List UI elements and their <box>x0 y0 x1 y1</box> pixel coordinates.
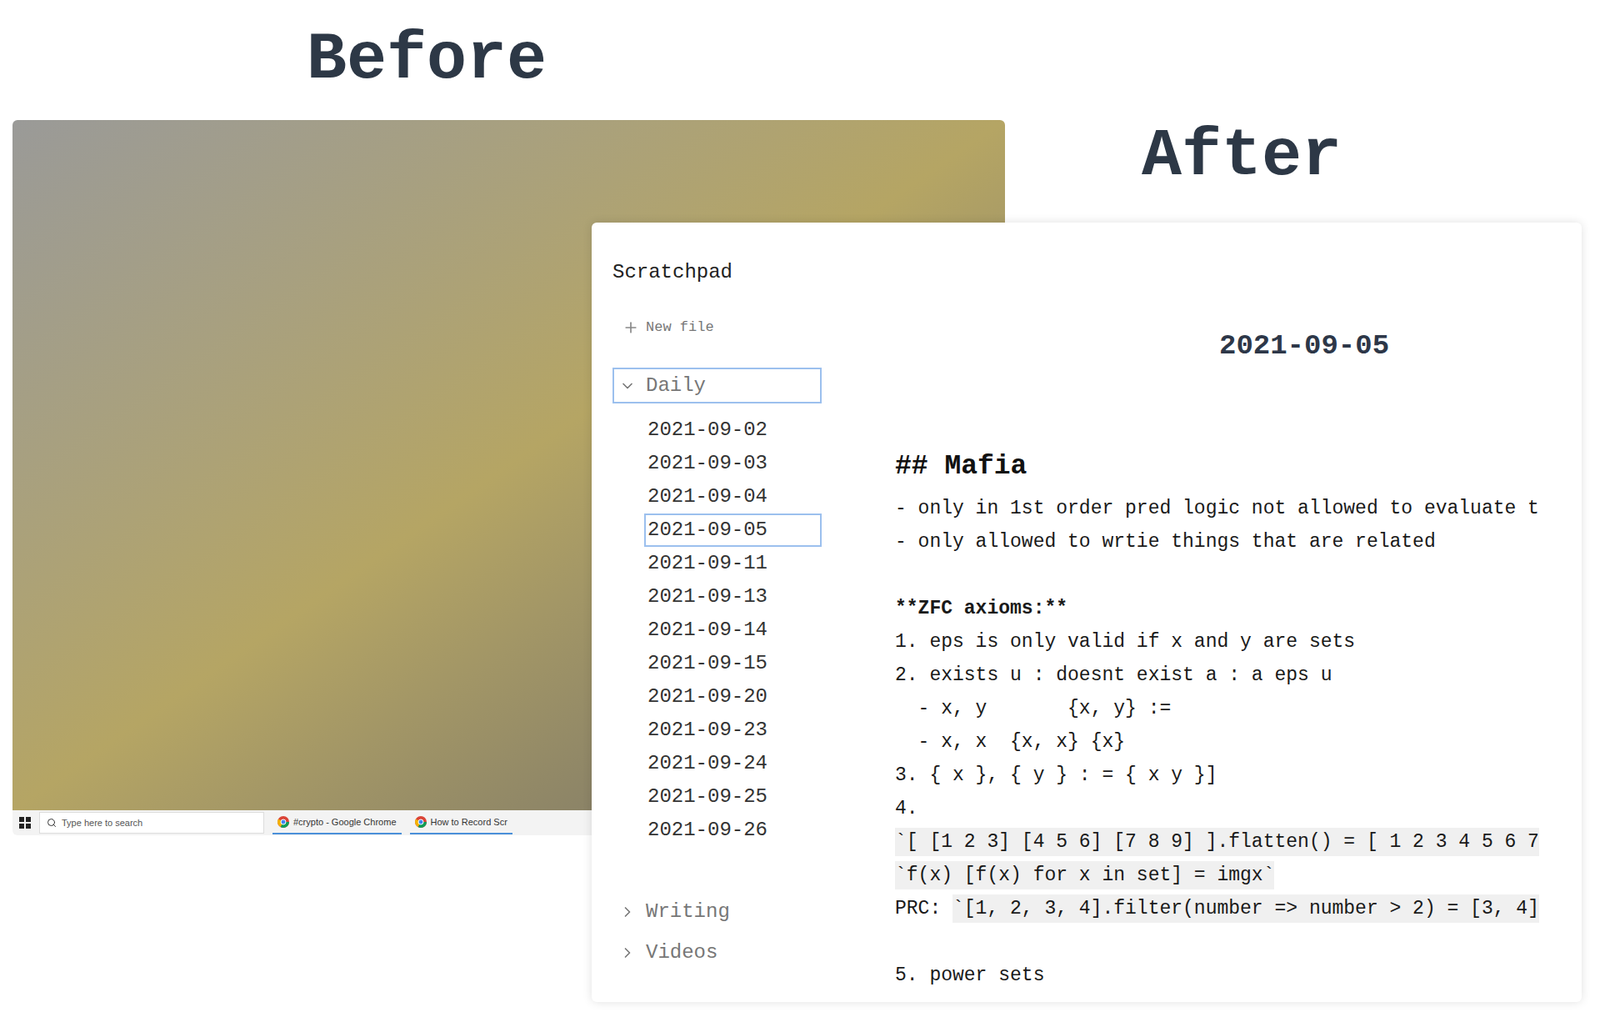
markdown-line: - only in 1st order pred logic not allow… <box>895 491 1582 525</box>
blank-line <box>895 925 1582 959</box>
new-file-button[interactable]: New file <box>612 310 867 345</box>
folder: Videos <box>612 934 867 970</box>
plus-icon <box>622 319 640 336</box>
file-item[interactable]: 2021-09-15 <box>644 646 822 680</box>
markdown-code-line: `[ [1 2 3] [4 5 6] [7 8 9] ].flatten() =… <box>895 825 1582 859</box>
chrome-icon <box>415 815 427 828</box>
file-item[interactable]: 2021-09-02 <box>644 413 822 447</box>
markdown-line: 4. <box>895 791 1582 825</box>
markdown-code-line: PRC: `[1, 2, 3, 4].filter(number => numb… <box>895 891 1582 925</box>
file-item[interactable]: 2021-09-25 <box>644 780 822 814</box>
taskbar-task[interactable]: #crypto - Google Chrome <box>272 810 402 835</box>
folder-row[interactable]: Writing <box>612 893 822 930</box>
markdown-line: 5. power sets <box>895 958 1582 992</box>
file-item[interactable]: 2021-09-14 <box>644 613 822 647</box>
app-title: Scratchpad <box>612 255 867 290</box>
search-icon <box>46 817 57 828</box>
file-list: 2021-09-022021-09-032021-09-042021-09-05… <box>612 403 867 847</box>
markdown-code-line: `f(x) [f(x) for x in set] = imgx` <box>895 858 1582 892</box>
file-item[interactable]: 2021-09-11 <box>644 546 822 580</box>
chevron-right-icon <box>619 944 636 961</box>
editor[interactable]: 2021-09-05 ## Mafia- only in 1st order pr… <box>866 222 1582 1002</box>
folder-row[interactable]: Videos <box>612 934 822 970</box>
markdown-line: 3. { x }, { y } : = { x y }] <box>895 758 1582 792</box>
file-item[interactable]: 2021-09-05 <box>644 513 822 547</box>
file-item[interactable]: 2021-09-03 <box>644 446 822 480</box>
file-item[interactable]: 2021-09-13 <box>644 580 822 614</box>
markdown-line: - x, x {x, x} {x} <box>895 725 1582 759</box>
file-item[interactable]: 2021-09-04 <box>644 480 822 514</box>
scratchpad-window: ScratchpadNew fileDaily2021-09-022021-09… <box>591 222 1582 1002</box>
blank-line <box>895 558 1582 592</box>
markdown-heading: ## Mafia <box>895 445 1582 489</box>
folder: Writing <box>612 893 867 930</box>
document-title: 2021-09-05 <box>895 326 1582 365</box>
chrome-icon <box>277 815 290 828</box>
windows-logo-icon[interactable] <box>19 816 31 829</box>
markdown-line: 1. eps is only valid if x and y are sets <box>895 625 1582 659</box>
file-item[interactable]: 2021-09-26 <box>644 813 822 847</box>
sidebar: ScratchpadNew fileDaily2021-09-022021-09… <box>591 222 867 1002</box>
chevron-down-icon <box>619 377 636 395</box>
taskbar-task[interactable]: How to Record Scr <box>410 810 513 835</box>
file-item[interactable]: 2021-09-23 <box>644 713 822 747</box>
chevron-right-icon <box>619 903 636 920</box>
markdown-line: - x, y {x, y} := <box>895 691 1582 725</box>
markdown-bold-line: **ZFC axioms:** <box>895 591 1582 625</box>
before-caption: Before <box>306 18 547 102</box>
file-item[interactable]: 2021-09-20 <box>644 680 822 714</box>
after-caption: After <box>1141 115 1342 199</box>
markdown-line: 2. exists u : doesnt exist a : a eps u <box>895 658 1582 692</box>
folder: Daily2021-09-022021-09-032021-09-042021-… <box>612 367 867 847</box>
folder-row[interactable]: Daily <box>612 367 822 404</box>
page: Before After Type here to search #crypto - … <box>0 0 1600 1012</box>
document-body: ## Mafia- only in 1st order pred logic n… <box>895 445 1582 992</box>
taskbar-search[interactable]: Type here to search <box>39 811 265 834</box>
file-item[interactable]: 2021-09-24 <box>644 746 822 780</box>
markdown-line: - only allowed to wrtie things that are … <box>895 525 1582 559</box>
